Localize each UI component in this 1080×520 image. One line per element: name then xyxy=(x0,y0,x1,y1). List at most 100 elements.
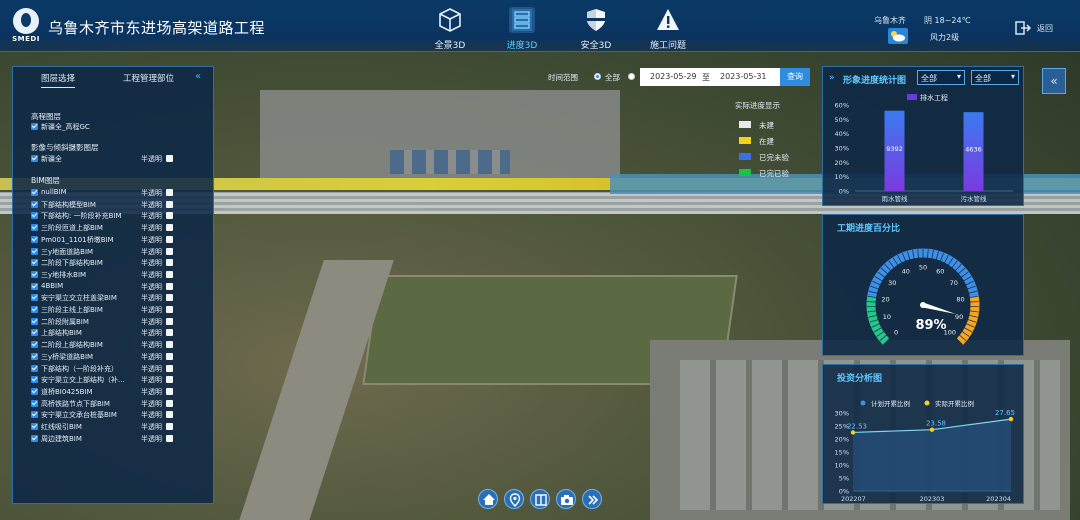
nav-progress-3d[interactable]: 进度3D xyxy=(492,4,552,51)
data-label: 27.65 xyxy=(995,409,1015,417)
bim-layer-row[interactable]: 安宁渠立交上部结构（补... 半透明 xyxy=(31,375,211,386)
category-select[interactable]: 全部 ▾ xyxy=(917,70,965,85)
layer-checkbox[interactable] xyxy=(31,123,38,130)
bim-layer-row[interactable]: 三y地排水BIM 半透明 xyxy=(31,270,211,281)
semi-transparent-checkbox[interactable] xyxy=(166,200,173,208)
semi-transparent-checkbox[interactable] xyxy=(166,434,173,442)
legend-label: 未建 xyxy=(759,121,774,130)
layer-checkbox[interactable] xyxy=(31,411,38,419)
semi-transparent-checkbox[interactable] xyxy=(166,387,173,395)
bim-layer-row[interactable]: 下部结构: 一阶段补充BIM 半透明 xyxy=(31,211,211,222)
measure-button[interactable] xyxy=(530,489,550,509)
layer-checkbox[interactable] xyxy=(31,200,38,208)
layer-row[interactable]: 新疆全_高程GC xyxy=(31,122,211,133)
layer-checkbox[interactable] xyxy=(31,434,38,442)
layer-checkbox[interactable] xyxy=(31,423,38,430)
screenshot-button[interactable] xyxy=(556,489,576,509)
subcategory-select[interactable]: 全部 ▾ xyxy=(971,70,1019,85)
layer-checkbox[interactable] xyxy=(31,317,38,325)
semi-transparent-checkbox[interactable] xyxy=(166,376,173,384)
semi-transparent-checkbox[interactable] xyxy=(166,317,173,325)
data-point-actual[interactable] xyxy=(850,430,856,435)
bim-layer-row[interactable]: 上部结构BIM 半透明 xyxy=(31,328,211,339)
nav-panorama-3d[interactable]: 全景3D xyxy=(420,4,480,51)
semi-transparent-checkbox[interactable] xyxy=(166,399,173,407)
nav-construction-issues[interactable]: 施工问题 xyxy=(638,4,698,51)
date-range-input[interactable]: 2023-05-29 至 2023-05-31 xyxy=(640,68,780,86)
bim-layer-row[interactable]: 三y桥梁道路BIM 半透明 xyxy=(31,352,211,363)
layer-checkbox[interactable] xyxy=(31,329,38,337)
nav-safety-3d[interactable]: 安全3D xyxy=(566,4,626,51)
bim-layer-row[interactable]: 安宁渠立交承台桩基BIM 半透明 xyxy=(31,410,211,421)
layer-checkbox[interactable] xyxy=(31,399,38,407)
layer-checkbox[interactable] xyxy=(31,189,38,196)
layer-checkbox[interactable] xyxy=(31,155,38,162)
bim-layer-row[interactable]: 二阶段下部结构BIM 半透明 xyxy=(31,258,211,269)
semi-transparent-checkbox[interactable] xyxy=(166,259,173,267)
layer-checkbox[interactable] xyxy=(31,235,38,243)
legend-item: 已完已验 xyxy=(739,168,819,178)
back-button[interactable]: 返回 xyxy=(1013,20,1073,36)
bim-layer-row[interactable]: 安宁渠立交立柱盖梁BIM 半透明 xyxy=(31,293,211,304)
data-point-actual[interactable] xyxy=(929,427,935,432)
layer-checkbox[interactable] xyxy=(31,282,38,290)
semi-transparent-checkbox[interactable] xyxy=(166,224,173,232)
semi-transparent-checkbox[interactable] xyxy=(166,364,173,372)
locate-button[interactable] xyxy=(504,489,524,509)
home-button[interactable] xyxy=(478,489,498,509)
semi-transparent-checkbox[interactable] xyxy=(166,235,173,243)
tab-layer-select[interactable]: 图层选择 xyxy=(41,72,76,88)
semi-transparent-checkbox[interactable] xyxy=(166,329,173,337)
semi-transparent-checkbox[interactable] xyxy=(166,270,173,278)
layer-checkbox[interactable] xyxy=(31,224,38,232)
semi-transparent-checkbox[interactable] xyxy=(166,155,173,162)
bim-layer-row[interactable]: 红线吸引BIM 半透明 xyxy=(31,422,211,433)
select-value: 全部 xyxy=(975,74,991,83)
semi-transparent-checkbox[interactable] xyxy=(166,282,173,290)
bim-layer-row[interactable]: 道桥BI0425BIM 半透明 xyxy=(31,387,211,398)
collapse-panel-icon[interactable]: « xyxy=(195,71,201,82)
bim-layer-row[interactable]: 三阶段匝道上部BIM 半透明 xyxy=(31,223,211,234)
layer-checkbox[interactable] xyxy=(31,364,38,372)
end-date[interactable]: 2023-05-31 xyxy=(720,72,767,81)
bim-layer-row[interactable]: 二阶段上部结构BIM 半透明 xyxy=(31,340,211,351)
semi-transparent-checkbox[interactable] xyxy=(166,294,173,302)
layer-row[interactable]: 新疆全 半透明 xyxy=(31,154,211,165)
bim-layer-row[interactable]: 周边建筑BIM 半透明 xyxy=(31,434,211,445)
layer-checkbox[interactable] xyxy=(31,376,38,384)
layer-checkbox[interactable] xyxy=(31,306,38,313)
bim-layer-row[interactable]: 三y地面道路BIM 半透明 xyxy=(31,247,211,258)
tab-management-parts[interactable]: 工程管理部位 xyxy=(123,72,174,84)
layer-checkbox[interactable] xyxy=(31,387,38,395)
semi-transparent-checkbox[interactable] xyxy=(166,423,173,430)
query-button[interactable]: 查询 xyxy=(780,68,810,86)
bim-layer-row[interactable]: nullBIM 半透明 xyxy=(31,188,211,199)
semi-transparent-checkbox[interactable] xyxy=(166,352,173,360)
layer-checkbox[interactable] xyxy=(31,259,38,267)
bim-layer-row[interactable]: 高桥铁路节点下部BIM 半透明 xyxy=(31,399,211,410)
data-point-actual[interactable] xyxy=(1008,416,1014,422)
layer-checkbox[interactable] xyxy=(31,294,38,302)
expand-panel-button[interactable]: « xyxy=(1042,68,1066,94)
bim-layer-row[interactable]: 下部结构（一阶段补充） 半透明 xyxy=(31,364,211,375)
semi-transparent-checkbox[interactable] xyxy=(166,306,173,313)
bim-layer-row[interactable]: 4BBIM 半透明 xyxy=(31,282,211,293)
more-button[interactable] xyxy=(582,489,602,509)
layer-checkbox[interactable] xyxy=(31,341,38,349)
semi-transparent-checkbox[interactable] xyxy=(166,341,173,349)
layer-checkbox[interactable] xyxy=(31,270,38,278)
start-date[interactable]: 2023-05-29 xyxy=(650,72,697,81)
semi-transparent-checkbox[interactable] xyxy=(166,247,173,255)
layer-checkbox[interactable] xyxy=(31,212,38,220)
layer-checkbox[interactable] xyxy=(31,352,38,360)
bim-layer-row[interactable]: 二阶段附属BIM 半透明 xyxy=(31,317,211,328)
radio-all[interactable] xyxy=(594,73,601,80)
semi-transparent-checkbox[interactable] xyxy=(166,189,173,196)
semi-transparent-checkbox[interactable] xyxy=(166,411,173,419)
semi-transparent-checkbox[interactable] xyxy=(166,212,173,220)
bim-layer-row[interactable]: 下部结构模型BIM 半透明 xyxy=(31,200,211,211)
bim-layer-row[interactable]: Pm001_1101桥墩BIM 半透明 xyxy=(31,235,211,246)
layer-checkbox[interactable] xyxy=(31,247,38,255)
bim-layer-row[interactable]: 三阶段主线上部BIM 半透明 xyxy=(31,305,211,316)
radio-custom[interactable] xyxy=(628,73,635,80)
